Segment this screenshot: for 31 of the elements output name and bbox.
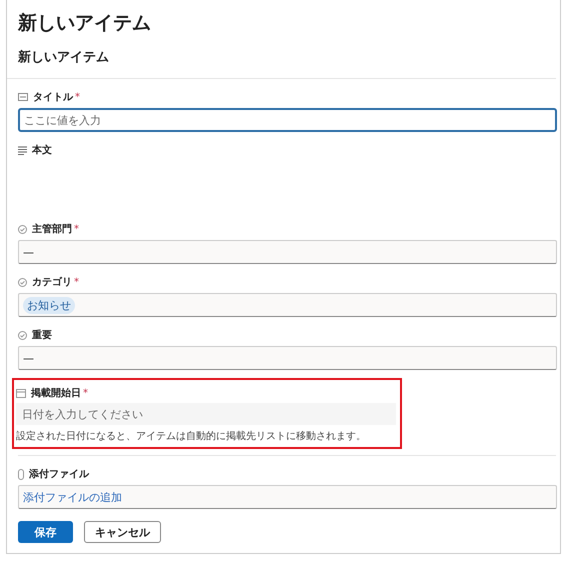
text-field-icon bbox=[18, 93, 28, 101]
choice-field[interactable]: — bbox=[18, 346, 557, 370]
attachment-field[interactable]: 添付ファイルの追加 bbox=[18, 485, 557, 509]
check-circle-icon bbox=[18, 224, 27, 234]
paperclip-icon bbox=[18, 468, 24, 480]
field-label: 重要 bbox=[32, 328, 52, 342]
field-label: 本文 bbox=[32, 144, 52, 157]
date-field[interactable]: 日付を入力してください bbox=[16, 403, 396, 425]
required-mark: * bbox=[74, 276, 79, 288]
required-mark: * bbox=[83, 388, 88, 398]
form-title: 新しいアイテム bbox=[18, 48, 110, 66]
field-label: 掲載開始日 bbox=[31, 386, 81, 400]
hint-text: 設定された日付になると、アイテムは自動的に掲載先リストに移動されます。 bbox=[16, 430, 367, 443]
required-mark: * bbox=[74, 224, 79, 234]
choice-field[interactable]: — bbox=[18, 240, 557, 264]
check-circle-icon bbox=[18, 278, 27, 286]
cancel-button[interactable]: キャンセル bbox=[84, 521, 161, 543]
add-attachment-link[interactable]: 添付ファイルの追加 bbox=[23, 490, 122, 504]
title-field[interactable]: ここに値を入力 bbox=[18, 108, 557, 132]
lines-icon bbox=[18, 146, 27, 154]
field-label: 主管部門 bbox=[32, 222, 72, 236]
page-title: 新しいアイテム bbox=[18, 11, 152, 36]
required-mark: * bbox=[75, 92, 80, 102]
field-label: 添付ファイル bbox=[29, 468, 89, 481]
field-label: タイトル bbox=[33, 91, 73, 104]
calendar-icon bbox=[16, 388, 26, 398]
check-circle-icon bbox=[18, 330, 27, 340]
save-button[interactable]: 保存 bbox=[18, 521, 73, 543]
field-label: カテゴリ bbox=[32, 276, 72, 289]
choice-field[interactable]: お知らせ bbox=[18, 293, 557, 317]
category-tag[interactable]: お知らせ bbox=[23, 296, 75, 314]
